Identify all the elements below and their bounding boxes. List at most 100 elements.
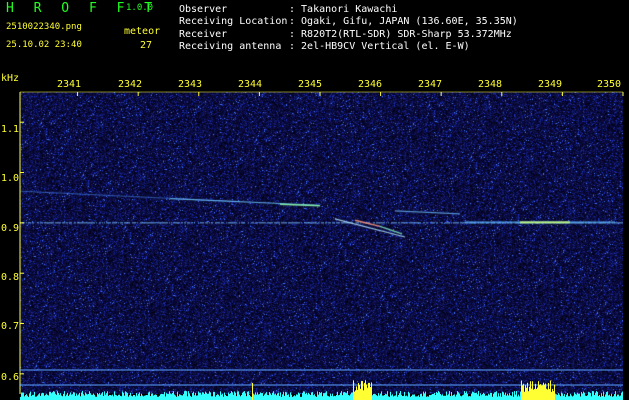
signal-level-bar <box>71 394 72 400</box>
signal-level-bar <box>219 396 220 400</box>
signal-level-bar <box>65 396 66 400</box>
signal-level-bar <box>327 395 328 400</box>
signal-level-bar <box>461 396 462 400</box>
signal-level-bar <box>118 394 119 400</box>
signal-level-bar <box>127 393 128 400</box>
signal-level-bar <box>33 394 34 400</box>
signal-level-bar <box>105 394 106 400</box>
info-row-receiver: Receiver: R820T2(RTL-SDR) SDR-Sharp 53.3… <box>179 28 512 40</box>
signal-level-bar <box>428 396 429 400</box>
signal-level-bar <box>506 395 507 400</box>
info-row-antenna: Receiving antenna: 2el-HB9CV Vertical (e… <box>179 40 470 52</box>
signal-level-bar <box>44 395 45 400</box>
signal-level-bar <box>379 395 380 400</box>
signal-level-bar <box>452 395 453 400</box>
signal-level-bar <box>216 395 217 400</box>
signal-level-bar <box>40 395 41 400</box>
signal-level-bar <box>323 393 324 400</box>
signal-level-bar <box>230 393 231 400</box>
signal-level-bar <box>560 396 561 400</box>
signal-level-bar <box>380 393 381 400</box>
signal-level-bar <box>241 394 242 400</box>
signal-level-bar <box>454 394 455 400</box>
signal-level-bar <box>377 396 378 400</box>
app-version: 1.0.0 <box>126 3 154 13</box>
signal-level-bar <box>140 396 141 400</box>
signal-level-bar <box>91 394 92 400</box>
signal-level-bar <box>499 396 500 400</box>
signal-level-bar <box>442 394 443 400</box>
signal-level-bar <box>488 393 489 400</box>
signal-level-bar <box>222 393 223 400</box>
signal-level-bar <box>372 395 373 400</box>
signal-level-bar <box>110 395 111 400</box>
signal-level-bar <box>182 395 183 400</box>
signal-level-bar <box>208 393 209 400</box>
signal-level-bar <box>334 395 335 400</box>
signal-level-bar <box>559 394 560 400</box>
signal-level-bar <box>51 393 52 400</box>
y-tick-label: 0.7 <box>1 321 20 332</box>
signal-level-bar <box>95 396 96 400</box>
signal-level-bar <box>217 394 218 400</box>
signal-level-bar <box>159 395 160 400</box>
signal-level-bar <box>479 396 480 400</box>
signal-level-bar <box>395 395 396 400</box>
signal-level-bar <box>415 396 416 400</box>
signal-level-bar <box>510 395 511 400</box>
signal-level-bar <box>183 394 184 400</box>
signal-level-bar <box>465 392 466 400</box>
signal-level-bar <box>322 396 323 400</box>
signal-level-bar <box>279 395 280 400</box>
signal-level-bar <box>142 395 143 400</box>
signal-level-bar <box>103 395 104 400</box>
x-tick-label: 2344 <box>238 79 263 90</box>
signal-level-bar <box>388 396 389 400</box>
signal-level-bar <box>444 395 445 400</box>
signal-level-bar <box>181 395 182 400</box>
station-info: Observer: Takanori Kawachi Receiving Loc… <box>179 4 518 53</box>
signal-level-bar <box>120 395 121 400</box>
signal-level-bar <box>38 394 39 400</box>
signal-level-bar <box>227 396 228 400</box>
signal-level-bar <box>75 395 76 400</box>
x-tick-label: 2349 <box>538 79 563 90</box>
signal-level-bar <box>132 396 133 400</box>
signal-level-bar <box>66 394 67 400</box>
signal-level-bar <box>616 396 617 400</box>
signal-level-bar <box>145 395 146 400</box>
signal-level-bar <box>225 394 226 400</box>
signal-level-bar <box>399 393 400 400</box>
signal-level-bar <box>229 393 230 400</box>
signal-level-bar <box>87 394 88 400</box>
signal-level-bar <box>250 396 251 400</box>
signal-level-bar <box>339 394 340 400</box>
signal-level-bar <box>263 396 264 400</box>
signal-level-bar <box>617 394 618 400</box>
signal-level-bar <box>459 393 460 400</box>
signal-level-bar <box>467 393 468 400</box>
signal-level-bar <box>271 395 272 400</box>
signal-level-bar <box>413 394 414 400</box>
signal-level-bar <box>245 393 246 400</box>
signal-level-bar <box>587 395 588 400</box>
signal-level-bar <box>331 395 332 400</box>
signal-level-bar <box>135 396 136 400</box>
signal-level-bar <box>152 393 153 400</box>
signal-level-bar <box>136 393 137 400</box>
signal-level-bar <box>68 395 69 400</box>
signal-level-bar <box>226 395 227 400</box>
signal-level-bar <box>571 395 572 400</box>
signal-level-bar <box>578 393 579 400</box>
signal-level-bar <box>385 393 386 400</box>
signal-level-bar <box>519 396 520 400</box>
signal-level-bar <box>134 395 135 400</box>
signal-level-bar <box>430 395 431 400</box>
signal-level-bar <box>160 394 161 400</box>
signal-level-bar <box>610 396 611 400</box>
signal-level-bar <box>41 393 42 400</box>
signal-level-bar <box>450 396 451 400</box>
signal-level-bar <box>293 396 294 400</box>
signal-level-bar <box>162 393 163 400</box>
signal-level-bar <box>88 393 89 400</box>
